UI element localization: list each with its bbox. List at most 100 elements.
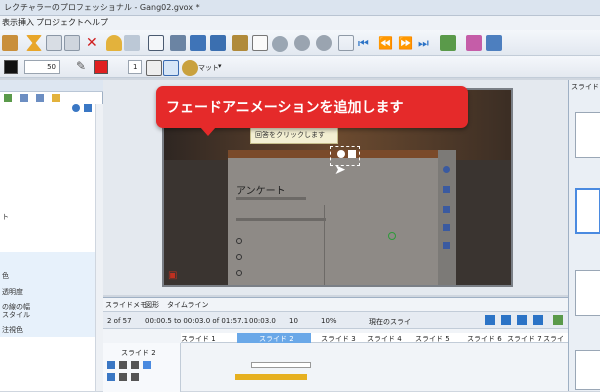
print-icon[interactable] [2, 35, 18, 51]
ruler-label: スライド 6 [467, 335, 502, 343]
zoom-in-icon[interactable] [294, 35, 310, 51]
save-icon[interactable] [84, 104, 92, 112]
play-icon[interactable] [553, 315, 563, 325]
ruler-label: スライド 2 [259, 335, 294, 343]
record-icon[interactable] [190, 35, 206, 51]
edit-icon[interactable] [52, 94, 60, 102]
timeline-item-bar-active[interactable] [235, 374, 307, 380]
add-icon[interactable] [4, 94, 12, 102]
last-slide-icon[interactable]: ⏭ [418, 37, 434, 53]
fill-color-swatch[interactable] [4, 60, 18, 74]
radio-option[interactable] [236, 254, 242, 260]
timeline-item-bar[interactable] [251, 362, 311, 368]
eye-icon[interactable] [119, 361, 127, 369]
radio-option[interactable] [236, 238, 242, 244]
duration-value: 00:03.0 [249, 317, 276, 325]
matte-label[interactable]: マット [198, 63, 219, 73]
line-width-value: 1 [133, 63, 138, 71]
left-scrollbar[interactable] [95, 104, 103, 391]
copy-icon[interactable] [46, 35, 62, 51]
link-icon[interactable] [272, 36, 288, 52]
shadow-icon[interactable] [146, 60, 162, 76]
video-icon[interactable] [443, 224, 450, 231]
menu-item-help[interactable]: ヘルプ [84, 17, 108, 28]
image-icon[interactable] [163, 60, 179, 76]
tab-timeline[interactable]: タイムライン [167, 300, 209, 310]
slide-thumbnail-selected[interactable] [575, 188, 600, 234]
radio-option[interactable] [236, 270, 242, 276]
next-icon[interactable] [517, 315, 527, 325]
first-icon[interactable] [485, 315, 495, 325]
lock-icon[interactable] [131, 361, 139, 369]
line-color-swatch[interactable] [94, 60, 108, 74]
layer-icon[interactable] [36, 94, 44, 102]
callout-text: フェードアニメーションを追加します [166, 100, 404, 116]
survey-title: アンケート [236, 186, 286, 197]
ruler-label: スライド 5 [415, 335, 450, 343]
menu-item-insert[interactable]: 挿入 [18, 17, 34, 28]
menu-bar: 表示 挿入 プロジェクト ヘルプ [0, 16, 600, 30]
fast-forward-icon[interactable]: ⏩ [398, 37, 414, 53]
film-icon[interactable] [210, 35, 226, 51]
font-size-field[interactable]: 50 [24, 60, 60, 74]
folder-icon[interactable] [170, 35, 186, 51]
refresh-icon[interactable] [72, 104, 80, 112]
lock-icon[interactable] [131, 373, 139, 381]
delete-icon[interactable]: ✕ [86, 36, 102, 52]
left-item[interactable]: 透明度 [2, 287, 23, 297]
grid-icon[interactable] [486, 35, 502, 51]
tab-shapes[interactable]: 図形 [145, 300, 159, 310]
slide-counter: 2 of 57 [107, 317, 132, 325]
current-slide-button[interactable]: 現在のスライ [369, 317, 411, 327]
hotspot-icon[interactable] [348, 150, 356, 158]
preview-icon[interactable] [466, 35, 482, 51]
main-toolbar: ✕ ⏮ ⏪ ⏩ ⏭ [0, 30, 600, 56]
pen-icon[interactable]: ✎ [76, 60, 92, 76]
menu-item-project[interactable]: プロジェクト [36, 17, 84, 28]
hotspot-icon[interactable] [337, 150, 345, 158]
prev-icon[interactable] [501, 315, 511, 325]
group-icon[interactable] [20, 94, 28, 102]
page-icon[interactable] [252, 35, 268, 51]
brush-icon[interactable] [232, 35, 248, 51]
hint-text: 回答をクリックします [255, 131, 325, 139]
question-line [236, 218, 326, 221]
redo-icon[interactable] [124, 35, 140, 51]
cut-icon[interactable] [26, 35, 42, 51]
title-bar: レクチャラーのプロフェッショナル - Gang02.gvox * [0, 0, 600, 16]
cursor-icon: ➤ [334, 162, 346, 178]
line-width-field[interactable]: 1 [128, 60, 142, 74]
left-item[interactable]: スタイル [2, 310, 30, 320]
publish-icon[interactable] [440, 35, 456, 51]
left-item[interactable]: 色 [2, 271, 9, 281]
last-icon[interactable] [533, 315, 543, 325]
zoom-out-icon[interactable] [316, 35, 332, 51]
text-icon[interactable] [443, 186, 450, 193]
matte-icon [182, 60, 198, 76]
image-icon[interactable] [443, 206, 450, 213]
callout-tail [200, 127, 216, 136]
font-size-value: 50 [47, 63, 56, 71]
chevron-down-icon[interactable]: ▾ [218, 62, 222, 70]
left-item[interactable]: ト [2, 212, 9, 222]
undo-icon[interactable] [106, 35, 122, 51]
format-toolbar: 50 ✎ 1 マット ▾ [0, 56, 600, 78]
first-slide-icon[interactable]: ⏮ [358, 37, 374, 53]
gallery-icon: ▣ [168, 270, 178, 281]
slide-thumbnail[interactable] [575, 112, 600, 158]
eye-icon[interactable] [119, 373, 127, 381]
paste-icon[interactable] [64, 35, 80, 51]
rewind-icon[interactable]: ⏪ [378, 37, 394, 53]
section-icon[interactable] [443, 242, 450, 249]
tab-slide-notes[interactable]: スライドメモ [105, 300, 147, 310]
ruler-label: スライド 4 [367, 335, 402, 343]
left-item[interactable]: 注視色 [2, 325, 23, 335]
audio-icon[interactable] [143, 361, 151, 369]
fit-icon[interactable] [338, 35, 354, 51]
menu-item-view[interactable]: 表示 [2, 17, 18, 28]
settings-icon[interactable] [443, 166, 450, 173]
timeline-ruler: スライド 1 スライド 2 スライド 3 スライド 4 スライド 5 スライド … [181, 333, 568, 343]
slide-thumbnail[interactable] [575, 350, 600, 390]
new-slide-icon[interactable] [148, 35, 164, 51]
slide-thumbnail[interactable] [575, 270, 600, 316]
